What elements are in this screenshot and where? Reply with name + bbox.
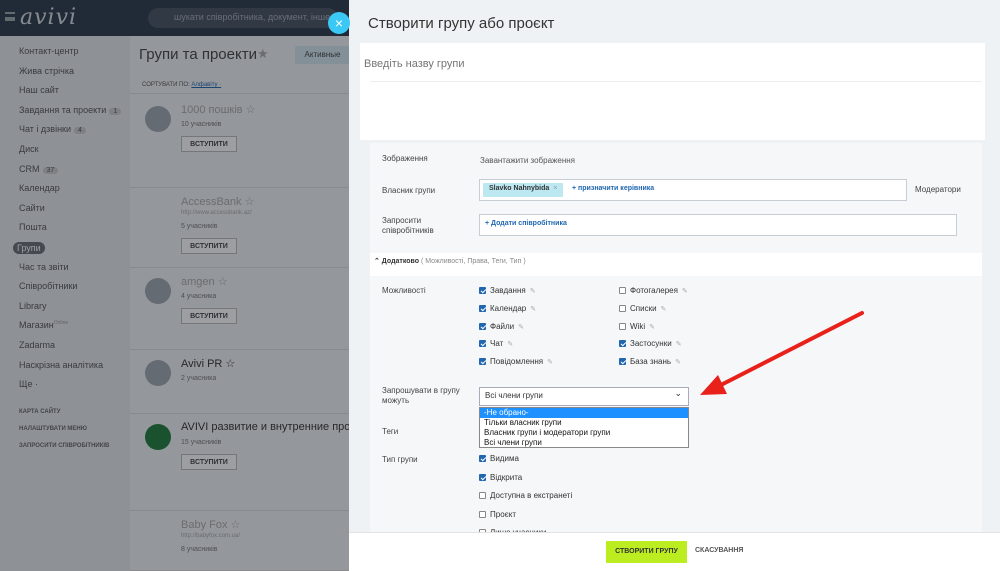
arrow-shaft bbox=[715, 311, 864, 389]
annotation-arrow bbox=[700, 311, 864, 395]
